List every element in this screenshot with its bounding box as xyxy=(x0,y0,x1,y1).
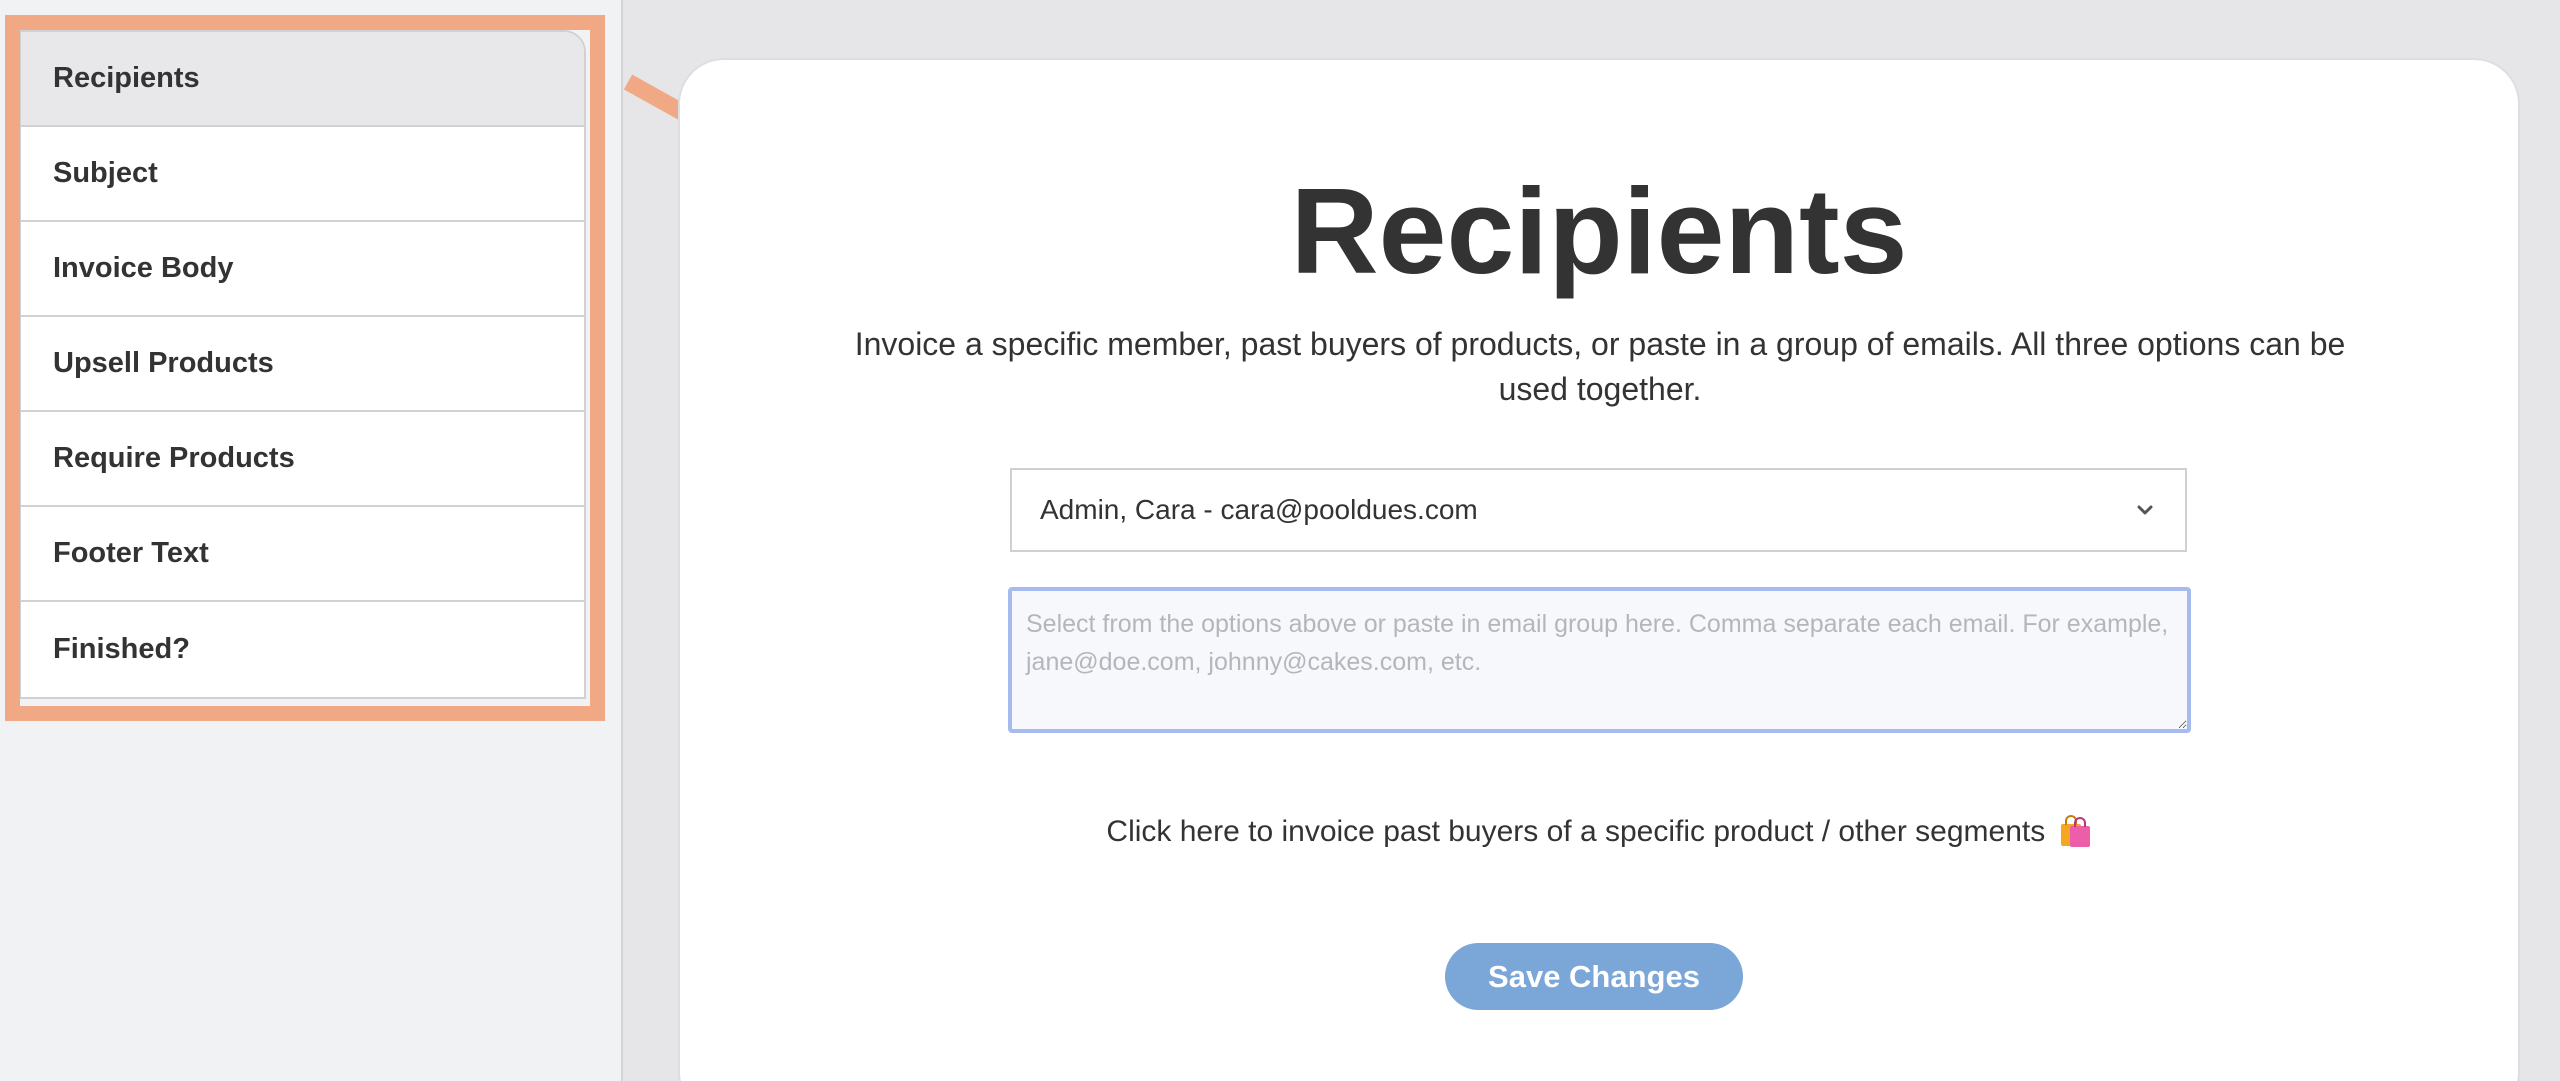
sidebar-item-footer-text[interactable]: Footer Text xyxy=(21,507,584,602)
sidebar-item-invoice-body[interactable]: Invoice Body xyxy=(21,222,584,317)
email-group-textarea[interactable] xyxy=(1008,587,2191,733)
main-card: Recipients Invoice a specific member, pa… xyxy=(678,58,2520,1081)
segments-link[interactable]: Click here to invoice past buyers of a s… xyxy=(680,812,2518,849)
page-title: Recipients xyxy=(1290,163,1908,299)
sidebar-item-upsell-products[interactable]: Upsell Products xyxy=(21,317,584,412)
sidebar-item-require-products[interactable]: Require Products xyxy=(21,412,584,507)
shopping-bags-icon xyxy=(2060,815,2090,847)
chevron-down-icon xyxy=(2137,505,2153,515)
member-select[interactable]: Admin, Cara - cara@pooldues.com xyxy=(1010,468,2187,552)
sidebar-nav: Recipients Subject Invoice Body Upsell P… xyxy=(19,30,586,699)
sidebar-item-subject[interactable]: Subject xyxy=(21,127,584,222)
sidebar: Recipients Subject Invoice Body Upsell P… xyxy=(0,0,623,1081)
segments-link-text: Click here to invoice past buyers of a s… xyxy=(1106,815,2046,848)
sidebar-item-recipients[interactable]: Recipients xyxy=(21,32,584,127)
save-changes-button[interactable]: Save Changes xyxy=(1445,943,1743,1010)
sidebar-item-finished[interactable]: Finished? xyxy=(21,602,584,697)
member-select-value: Admin, Cara - cara@pooldues.com xyxy=(1040,494,1478,525)
page-description: Invoice a specific member, past buyers o… xyxy=(854,326,2346,407)
